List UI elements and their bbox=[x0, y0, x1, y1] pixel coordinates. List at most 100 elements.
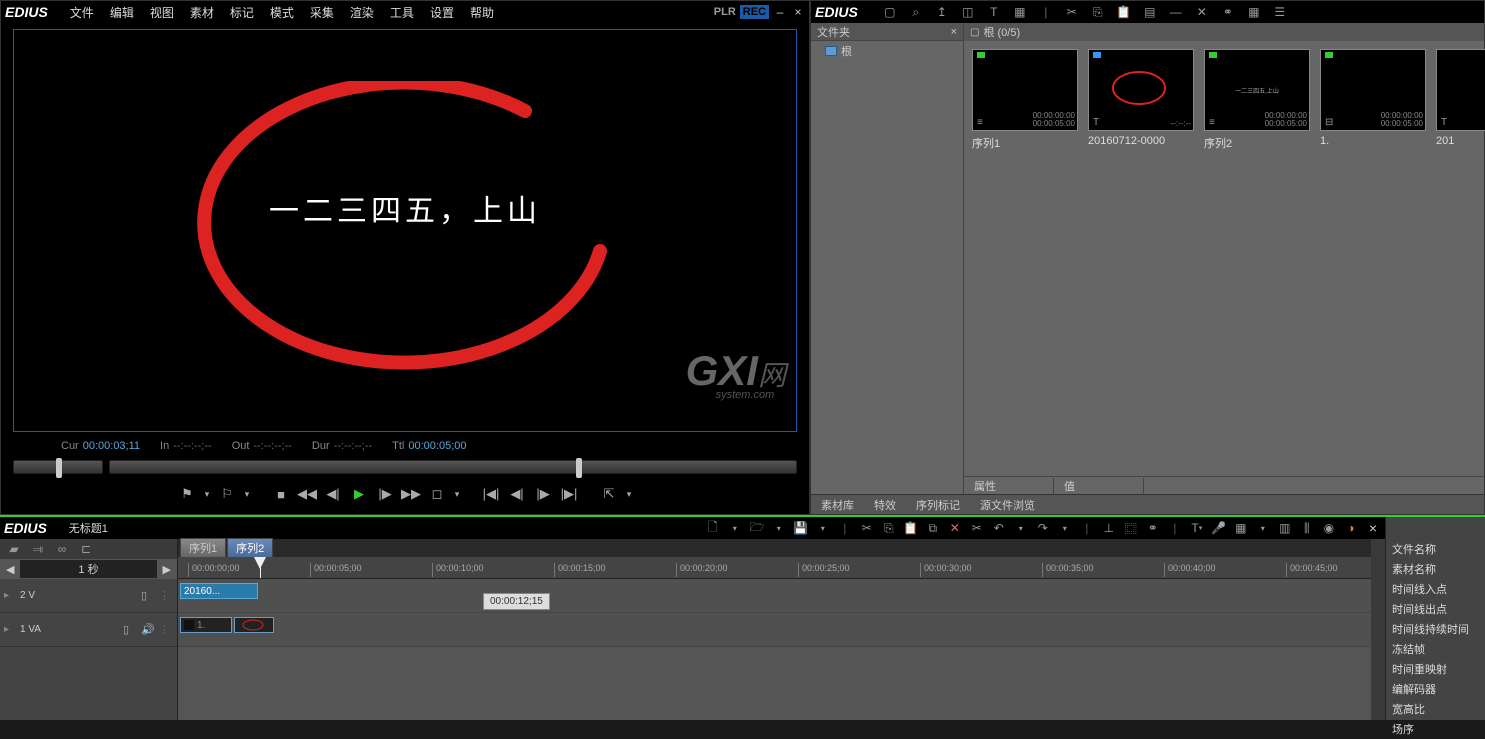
mixer-icon[interactable]: ⫼ bbox=[1299, 521, 1315, 535]
undo-icon[interactable]: ↶ bbox=[991, 521, 1007, 535]
play-button[interactable]: ▶ bbox=[348, 484, 370, 504]
track-video-icon[interactable]: ▯ bbox=[123, 623, 137, 636]
timeline-clip[interactable]: 1. bbox=[180, 617, 232, 633]
timeline-clip[interactable] bbox=[234, 617, 274, 633]
view-large-icon[interactable]: ▦ bbox=[1246, 5, 1262, 19]
clip-item[interactable]: ⊟00:00:00:0000:00:05:001. bbox=[1320, 49, 1426, 147]
search-icon[interactable]: ⌕ bbox=[908, 5, 924, 19]
seq-tab-序列1[interactable]: 序列1 bbox=[180, 538, 226, 557]
loop-dropdown[interactable]: ▾ bbox=[452, 484, 462, 504]
paste-icon[interactable]: 📋 bbox=[903, 521, 919, 535]
close-button[interactable]: × bbox=[791, 5, 805, 19]
delete-icon[interactable]: ✂ bbox=[969, 521, 985, 535]
prev-frame-button[interactable]: ◀| bbox=[322, 484, 344, 504]
track-expand-icon[interactable]: ▸ bbox=[4, 590, 16, 601]
insert-mode-icon[interactable]: ▰ bbox=[6, 542, 22, 556]
color-icon[interactable]: ▦ bbox=[1012, 5, 1028, 19]
delete-icon[interactable]: ✕ bbox=[1194, 5, 1210, 19]
bin-tab-序列标记[interactable]: 序列标记 bbox=[906, 495, 970, 515]
menu-帮助[interactable]: 帮助 bbox=[462, 6, 502, 20]
track-header-2 V[interactable]: ▸2 V▯⋮ bbox=[0, 579, 177, 613]
view-list-icon[interactable]: ☰ bbox=[1272, 5, 1288, 19]
zoom-value[interactable]: 1 秒 bbox=[20, 560, 156, 578]
menu-标记[interactable]: 标记 bbox=[222, 6, 262, 20]
clip-item[interactable]: ≡00:00:00:0000:00:05:00序列1 bbox=[972, 49, 1078, 151]
export-button[interactable]: ⇱ bbox=[598, 484, 620, 504]
next-frame-button[interactable]: |▶ bbox=[374, 484, 396, 504]
timeline-clip[interactable]: 20160... bbox=[180, 583, 258, 599]
menu-模式[interactable]: 模式 bbox=[262, 6, 302, 20]
track-header-1 VA[interactable]: ▸1 VA▯🔊⋮ bbox=[0, 613, 177, 647]
save-icon[interactable]: 💾 bbox=[793, 521, 809, 535]
track-area[interactable]: 序列1序列2 00:00:00;0000:00:05;0000:00:10;00… bbox=[178, 539, 1371, 720]
seq-tab-序列2[interactable]: 序列2 bbox=[227, 538, 273, 557]
next-edit-button[interactable]: |▶ bbox=[532, 484, 554, 504]
title-icon[interactable]: T▾ bbox=[1189, 521, 1205, 535]
fast-forward-button[interactable]: ▶▶ bbox=[400, 484, 422, 504]
mark-out-flag-button[interactable]: ⚐ bbox=[216, 484, 238, 504]
link-icon[interactable]: ⚭ bbox=[1220, 5, 1236, 19]
bin-tab-素材库[interactable]: 素材库 bbox=[811, 495, 864, 515]
bin-tab-源文件浏览[interactable]: 源文件浏览 bbox=[970, 495, 1045, 515]
menu-设置[interactable]: 设置 bbox=[422, 6, 462, 20]
menu-工具[interactable]: 工具 bbox=[382, 6, 422, 20]
menu-渲染[interactable]: 渲染 bbox=[342, 6, 382, 20]
copy-icon[interactable]: ⎘ bbox=[881, 521, 897, 535]
export-dropdown[interactable]: ▾ bbox=[624, 484, 634, 504]
timeline-scrollbar[interactable] bbox=[1371, 539, 1385, 720]
ripple-mode-icon[interactable]: ∞ bbox=[54, 542, 70, 556]
trim-icon[interactable]: ⊥ bbox=[1101, 521, 1117, 535]
speaker-icon[interactable]: 🔊 bbox=[141, 623, 155, 636]
rewind-button[interactable]: ◀◀ bbox=[296, 484, 318, 504]
menu-视图[interactable]: 视图 bbox=[142, 6, 182, 20]
marker-icon[interactable]: ◉ bbox=[1321, 521, 1337, 535]
track-lane[interactable]: 20160... bbox=[178, 579, 1371, 613]
menu-文件[interactable]: 文件 bbox=[62, 6, 102, 20]
zoom-in-button[interactable]: ▶ bbox=[163, 563, 171, 576]
text-icon[interactable]: T bbox=[986, 5, 1002, 19]
folder-icon[interactable]: ▢ bbox=[882, 5, 898, 19]
render-icon[interactable]: ▦ bbox=[1233, 521, 1249, 535]
new-seq-icon[interactable]: 🗋 bbox=[705, 521, 721, 535]
loop-button[interactable]: ◻ bbox=[426, 484, 448, 504]
open-icon[interactable]: 🗁 bbox=[749, 521, 765, 535]
minimize-button[interactable]: – bbox=[773, 5, 787, 19]
folder-tree-close-icon[interactable]: × bbox=[951, 26, 957, 38]
group-icon[interactable]: ⿴ bbox=[1123, 521, 1139, 535]
time-ruler[interactable]: 00:00:00;0000:00:05;0000:00:10;0000:00:1… bbox=[178, 557, 1371, 579]
sync-mode-icon[interactable]: ⊏ bbox=[78, 542, 94, 556]
clip-item[interactable]: 一二三四五,上山≡00:00:00:0000:00:05:00序列2 bbox=[1204, 49, 1310, 151]
new-bin-icon[interactable]: ◫ bbox=[960, 5, 976, 19]
preview-monitor[interactable]: 一二三四五，上山 GXI网 system.com bbox=[13, 29, 797, 432]
props-icon[interactable]: ▤ bbox=[1142, 5, 1158, 19]
clip-item[interactable]: T201 bbox=[1436, 49, 1476, 147]
up-icon[interactable]: ↥ bbox=[934, 5, 950, 19]
timeline-close-button[interactable]: × bbox=[1365, 520, 1381, 536]
menu-采集[interactable]: 采集 bbox=[302, 6, 342, 20]
bin-tab-特效[interactable]: 特效 bbox=[864, 495, 906, 515]
zoom-out-button[interactable]: ◀ bbox=[6, 563, 14, 576]
track-expand-icon[interactable]: ▸ bbox=[4, 624, 16, 635]
playhead[interactable] bbox=[260, 557, 261, 578]
menu-编辑[interactable]: 编辑 bbox=[102, 6, 142, 20]
paste-icon[interactable]: 📋 bbox=[1116, 5, 1132, 19]
shuttle-slider[interactable] bbox=[13, 460, 103, 474]
track-lane[interactable]: 1. bbox=[178, 613, 1371, 647]
color-circle-icon[interactable]: ◑ bbox=[1343, 521, 1359, 535]
copy-icon[interactable]: ⎘ bbox=[1090, 5, 1106, 19]
monitor-icon[interactable]: ▥ bbox=[1277, 521, 1293, 535]
goto-in-button[interactable]: |◀| bbox=[480, 484, 502, 504]
replace-icon[interactable]: ⧉ bbox=[925, 521, 941, 535]
cut-icon[interactable]: ✂ bbox=[1064, 5, 1080, 19]
mark-in-flag-button[interactable]: ⚑ bbox=[176, 484, 198, 504]
ripple-delete-icon[interactable]: ✕ bbox=[947, 521, 963, 535]
folder-root[interactable]: 根 bbox=[811, 41, 963, 61]
link-icon[interactable]: ⚭ bbox=[1145, 521, 1161, 535]
stop-button[interactable]: ■ bbox=[270, 484, 292, 504]
menu-素材[interactable]: 素材 bbox=[182, 6, 222, 20]
prev-edit-button[interactable]: ◀| bbox=[506, 484, 528, 504]
voiceover-icon[interactable]: 🎤 bbox=[1211, 521, 1227, 535]
position-slider[interactable] bbox=[109, 460, 797, 474]
in-dropdown[interactable]: ▾ bbox=[202, 484, 212, 504]
out-dropdown[interactable]: ▾ bbox=[242, 484, 252, 504]
